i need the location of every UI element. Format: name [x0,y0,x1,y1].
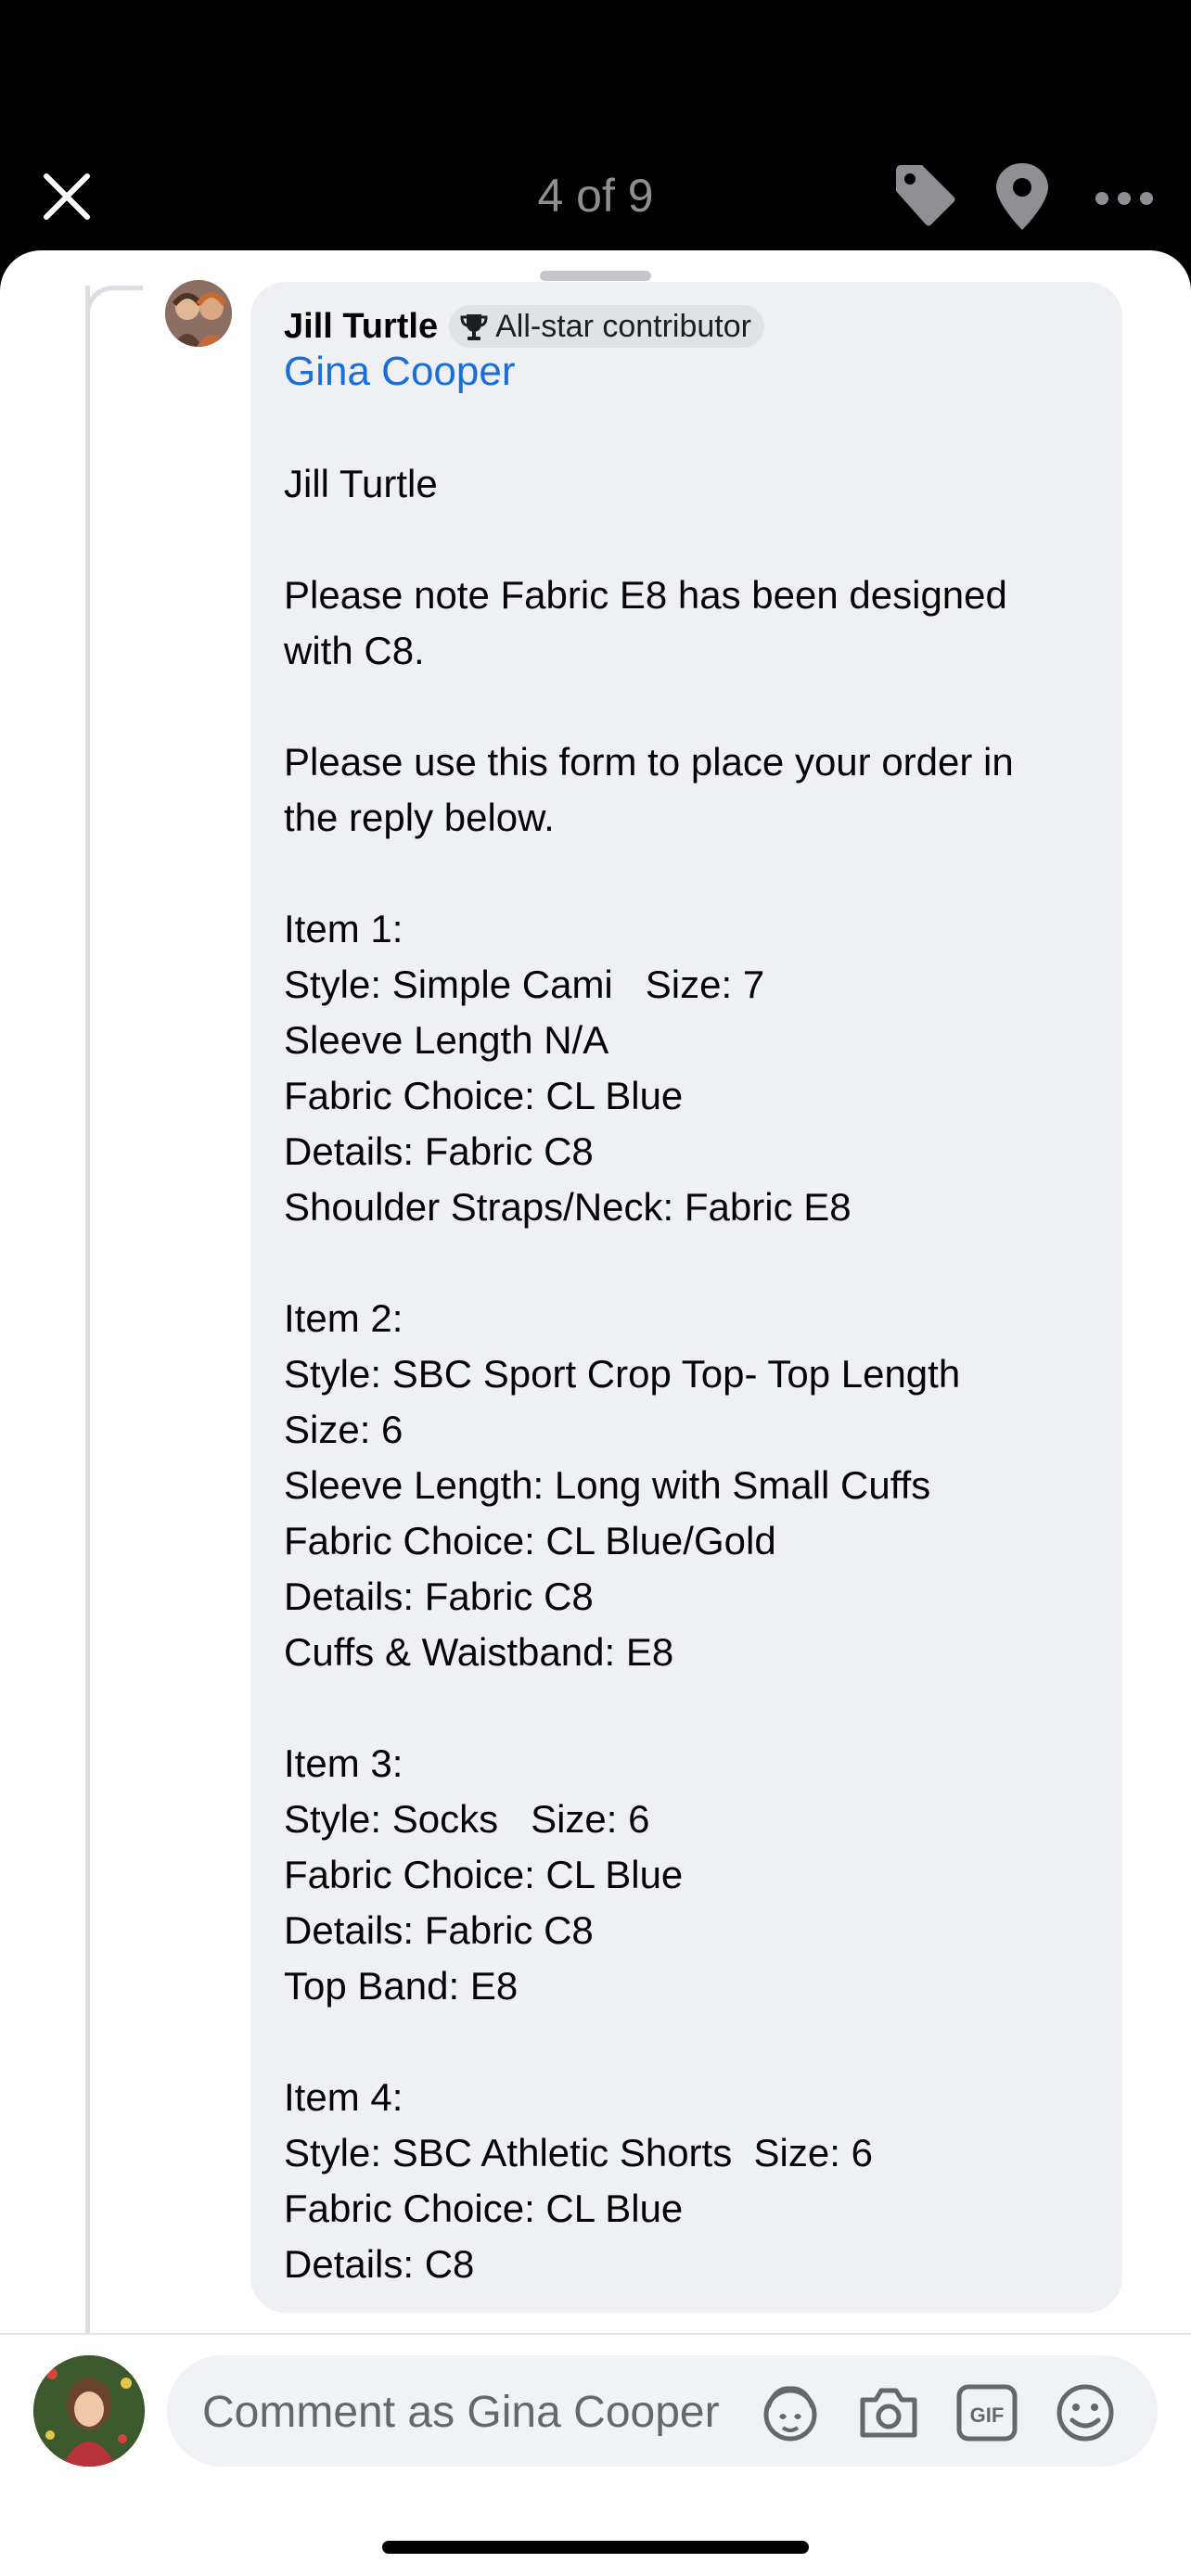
comment-line: Details: C8 [284,2242,475,2286]
comment-line: Style: Socks Size: 6 [284,1797,650,1841]
comment-bubble: Jill Turtle All-star contributor Gina Co… [250,282,1122,2313]
comment-line: Style: SBC Athletic Shorts Size: 6 [284,2131,873,2174]
more-icon[interactable] [1089,159,1159,234]
comment-line: Style: SBC Sport Crop Top- Top Length [284,1352,961,1396]
location-pin-icon[interactable] [987,159,1057,234]
comment-author-name[interactable]: Jill Turtle [284,307,438,347]
comment-line: Please note Fabric E8 has been designed [284,573,1007,617]
comment-line: Jill Turtle [284,462,438,505]
comment-line: with C8. [284,629,425,672]
home-indicator [382,2541,809,2554]
comment-line [284,1235,1100,1291]
comment-line [284,512,1100,567]
comment-line: Item 4: [284,2075,403,2119]
mention-link[interactable]: Gina Cooper [284,349,515,395]
comment-line: Shoulder Straps/Neck: Fabric E8 [284,1185,852,1229]
comment-line: Sleeve Length N/A [284,1018,609,1062]
comment-line: Item 3: [284,1741,403,1785]
comment-line [284,2014,1100,2070]
comment-line [284,846,1100,901]
comment-line [284,679,1100,734]
comment-placeholder: Comment as Gina Cooper [202,2388,720,2437]
thread-connector [85,286,143,313]
comment-line: Details: Fabric C8 [284,1129,594,1173]
camera-icon[interactable] [855,2379,922,2446]
tag-icon[interactable] [889,159,959,234]
contributor-badge[interactable]: All-star contributor [449,305,764,348]
comment-line: Item 2: [284,1296,403,1340]
comment-line: Item 1: [284,907,403,950]
comments-sheet: Jill Turtle All-star contributor Gina Co… [0,250,1191,2576]
comment-line: the reply below. [284,796,555,839]
comment-line: Size: 6 [284,1408,403,1451]
comment-line: Fabric Choice: CL Blue [284,1853,684,1896]
comment-line [284,1680,1100,1736]
gif-icon[interactable]: GIF [954,2379,1020,2446]
comment-body: Jill Turtle Please note Fabric E8 has bee… [284,456,1100,2292]
sheet-grabber[interactable] [540,271,651,281]
comment-line: Details: Fabric C8 [284,1908,594,1952]
comment-line: Sleeve Length: Long with Small Cuffs [284,1463,931,1507]
comment-composer: Comment as Gina Cooper GIF [0,2333,1191,2576]
comment-line: Details: Fabric C8 [284,1575,594,1618]
comment-author-row: Jill Turtle All-star contributor [284,300,764,352]
user-avatar[interactable] [33,2355,145,2467]
commenter-avatar[interactable] [165,280,232,347]
thread-line [85,286,90,2418]
comment-line: Please use this form to place your order… [284,740,1014,784]
comment-line: Fabric Choice: CL Blue [284,2187,684,2230]
avatar-sticker-icon[interactable] [757,2379,824,2446]
comment-input[interactable]: Comment as Gina Cooper GIF [167,2355,1158,2467]
badge-label: All-star contributor [495,308,751,344]
trophy-icon [458,311,490,342]
comment-line: Style: Simple Cami Size: 7 [284,963,765,1006]
photo-viewer-header: 4 of 9 [0,0,1191,269]
comment-line: Fabric Choice: CL Blue/Gold [284,1519,776,1562]
comment-line: Fabric Choice: CL Blue [284,1074,684,1117]
svg-text:GIF: GIF [970,2404,1005,2427]
comment-line: Cuffs & Waistband: E8 [284,1630,674,1674]
comment-line: Top Band: E8 [284,1964,519,2008]
emoji-icon[interactable] [1052,2379,1119,2446]
